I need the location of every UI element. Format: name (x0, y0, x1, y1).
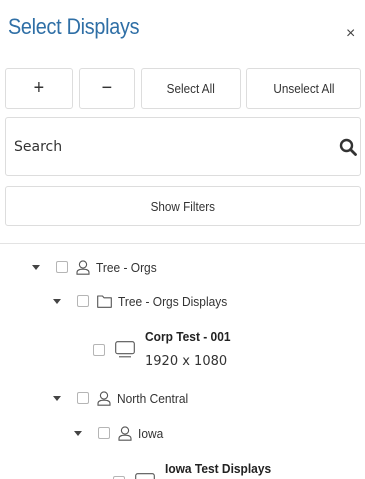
checkbox[interactable] (77, 295, 89, 307)
tree-node-label[interactable]: North Central (117, 391, 188, 406)
display-resolution: 1920 x 1080 (145, 354, 228, 369)
tree-node-label[interactable]: Tree - Orgs Displays (118, 294, 227, 309)
expand-all-button[interactable]: + (5, 68, 73, 109)
display-item-iowa-test: Iowa Test Displays (113, 460, 313, 479)
tree-node-iowa: Iowa (73, 423, 165, 443)
unselect-all-button[interactable]: Unselect All (246, 68, 361, 109)
user-icon (97, 390, 111, 406)
tree-node-tree-orgs-displays: Tree - Orgs Displays (52, 291, 237, 311)
caret-down-icon[interactable] (52, 393, 62, 403)
monitor-icon (135, 473, 155, 479)
panel-title: Select Displays (8, 14, 140, 39)
show-filters-button[interactable]: Show Filters (5, 186, 361, 226)
tree-node-tree-orgs: Tree - Orgs (31, 257, 162, 277)
expand-all-label: + (33, 77, 45, 99)
caret-down-icon[interactable] (31, 262, 41, 272)
checkbox[interactable] (98, 427, 110, 439)
monitor-icon (115, 341, 135, 358)
show-filters-label: Show Filters (150, 198, 216, 214)
close-button[interactable]: × (346, 26, 355, 42)
search-input[interactable] (14, 136, 294, 158)
search-icon[interactable] (339, 138, 357, 156)
folder-icon (97, 294, 112, 308)
user-icon (118, 425, 132, 441)
caret-down-icon[interactable] (73, 428, 83, 438)
checkbox[interactable] (93, 344, 105, 356)
search-box (5, 117, 361, 176)
tree-node-label[interactable]: Tree - Orgs (96, 260, 157, 275)
user-icon (76, 259, 90, 275)
collapse-all-button[interactable]: − (79, 68, 135, 109)
display-name[interactable]: Iowa Test Displays (165, 461, 271, 476)
checkbox[interactable] (56, 261, 68, 273)
collapse-all-label: − (101, 77, 113, 99)
checkbox[interactable] (77, 392, 89, 404)
unselect-all-label: Unselect All (272, 81, 335, 96)
display-name[interactable]: Corp Test - 001 (145, 329, 231, 344)
tree-divider (0, 243, 365, 244)
tree-node-label[interactable]: Iowa (138, 426, 163, 441)
tree-node-north-central: North Central (52, 388, 194, 408)
select-all-label: Select All (166, 81, 216, 96)
display-item-corp-test: Corp Test - 001 1920 x 1080 (93, 328, 293, 372)
select-all-button[interactable]: Select All (141, 68, 241, 109)
caret-down-icon[interactable] (52, 296, 62, 306)
